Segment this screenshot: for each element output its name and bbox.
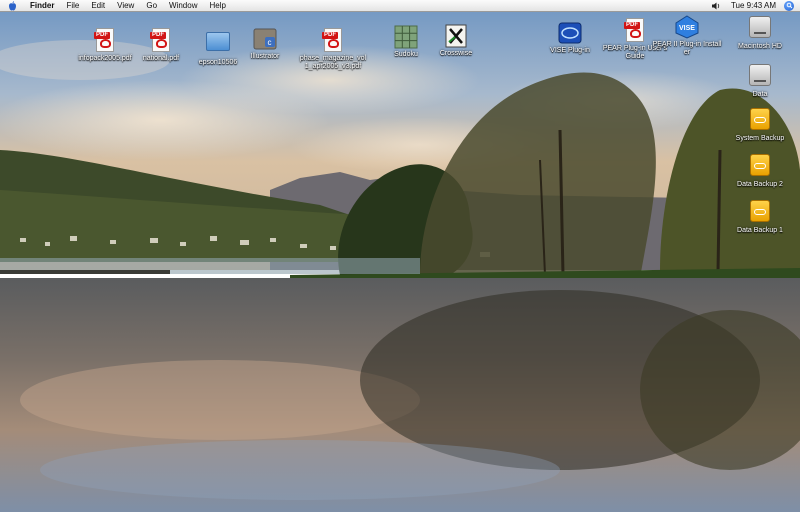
menu-bar: Finder File Edit View Go Window Help Tue… bbox=[0, 0, 800, 12]
backup-disk-icon bbox=[747, 108, 773, 134]
desktop-icon-label: Macintosh HD bbox=[738, 43, 782, 50]
menu-edit[interactable]: Edit bbox=[85, 0, 111, 11]
desktop-icon-macintosh-hd[interactable]: Macintosh HD bbox=[725, 14, 795, 51]
svg-text:c: c bbox=[268, 38, 272, 47]
desktop-icon-label: Data Backup 2 bbox=[737, 181, 783, 188]
desktop-icon-label: phase_magazine_vol1_apr2005_v3.pdf bbox=[299, 55, 367, 70]
desktop-icon-label: Data bbox=[752, 91, 768, 98]
menu-help[interactable]: Help bbox=[203, 0, 231, 11]
hard-disk-icon bbox=[747, 16, 773, 42]
desktop-icon-pear-installer[interactable]: VISE PEAR II Plug-in Installer bbox=[652, 14, 722, 57]
desktop-icon-phase-magazine[interactable]: PDF phase_magazine_vol1_apr2005_v3.pdf bbox=[298, 28, 368, 71]
hard-disk-icon bbox=[747, 64, 773, 90]
spotlight-search-icon[interactable] bbox=[784, 0, 794, 11]
desktop-icon-data[interactable]: Data bbox=[725, 62, 795, 99]
pdf-icon: PDF bbox=[320, 28, 346, 54]
pdf-icon: PDF bbox=[622, 18, 648, 44]
menu-view[interactable]: View bbox=[111, 0, 140, 11]
desktop-icon-label: Data Backup 1 bbox=[737, 227, 783, 234]
folder-icon bbox=[205, 32, 231, 58]
apple-menu-icon[interactable] bbox=[8, 0, 18, 11]
desktop-icon-vise-plugin[interactable]: VISE Plug-in bbox=[535, 20, 605, 55]
desktop-icon-label: PEAR II Plug-in Installer bbox=[652, 41, 722, 56]
desktop-icon-label: Crosswise bbox=[439, 50, 473, 57]
desktop-icon-data-backup-1[interactable]: Data Backup 1 bbox=[725, 198, 795, 235]
backup-disk-icon bbox=[747, 154, 773, 180]
volume-icon[interactable] bbox=[711, 1, 721, 11]
menu-file[interactable]: File bbox=[60, 0, 85, 11]
app-icon bbox=[557, 20, 583, 46]
menu-clock[interactable]: Tue 9:43 AM bbox=[731, 0, 776, 11]
desktop-icon-label: System Backup bbox=[735, 135, 785, 142]
desktop-icon-crosswise[interactable]: Crosswise bbox=[421, 23, 491, 58]
installer-icon: VISE bbox=[674, 14, 700, 40]
desktop-icon-data-backup-2[interactable]: Data Backup 2 bbox=[725, 152, 795, 189]
app-icon: c bbox=[252, 26, 278, 52]
crosswise-app-icon bbox=[443, 23, 469, 49]
menu-window[interactable]: Window bbox=[163, 0, 203, 11]
desktop-wallpaper bbox=[0, 0, 800, 512]
desktop-icon-system-backup[interactable]: System Backup bbox=[725, 106, 795, 143]
menu-finder[interactable]: Finder bbox=[24, 0, 60, 11]
pdf-icon: PDF bbox=[148, 28, 174, 54]
desktop-icon-label: VISE Plug-in bbox=[550, 47, 590, 54]
svg-text:VISE: VISE bbox=[679, 25, 695, 32]
desktop-icon-label: Illustrator bbox=[250, 53, 280, 60]
desktop-icon-illustrator[interactable]: c Illustrator bbox=[230, 26, 300, 61]
backup-disk-icon bbox=[747, 200, 773, 226]
sudoku-app-icon bbox=[393, 24, 419, 50]
pdf-icon: PDF bbox=[92, 28, 118, 54]
menu-go[interactable]: Go bbox=[140, 0, 163, 11]
